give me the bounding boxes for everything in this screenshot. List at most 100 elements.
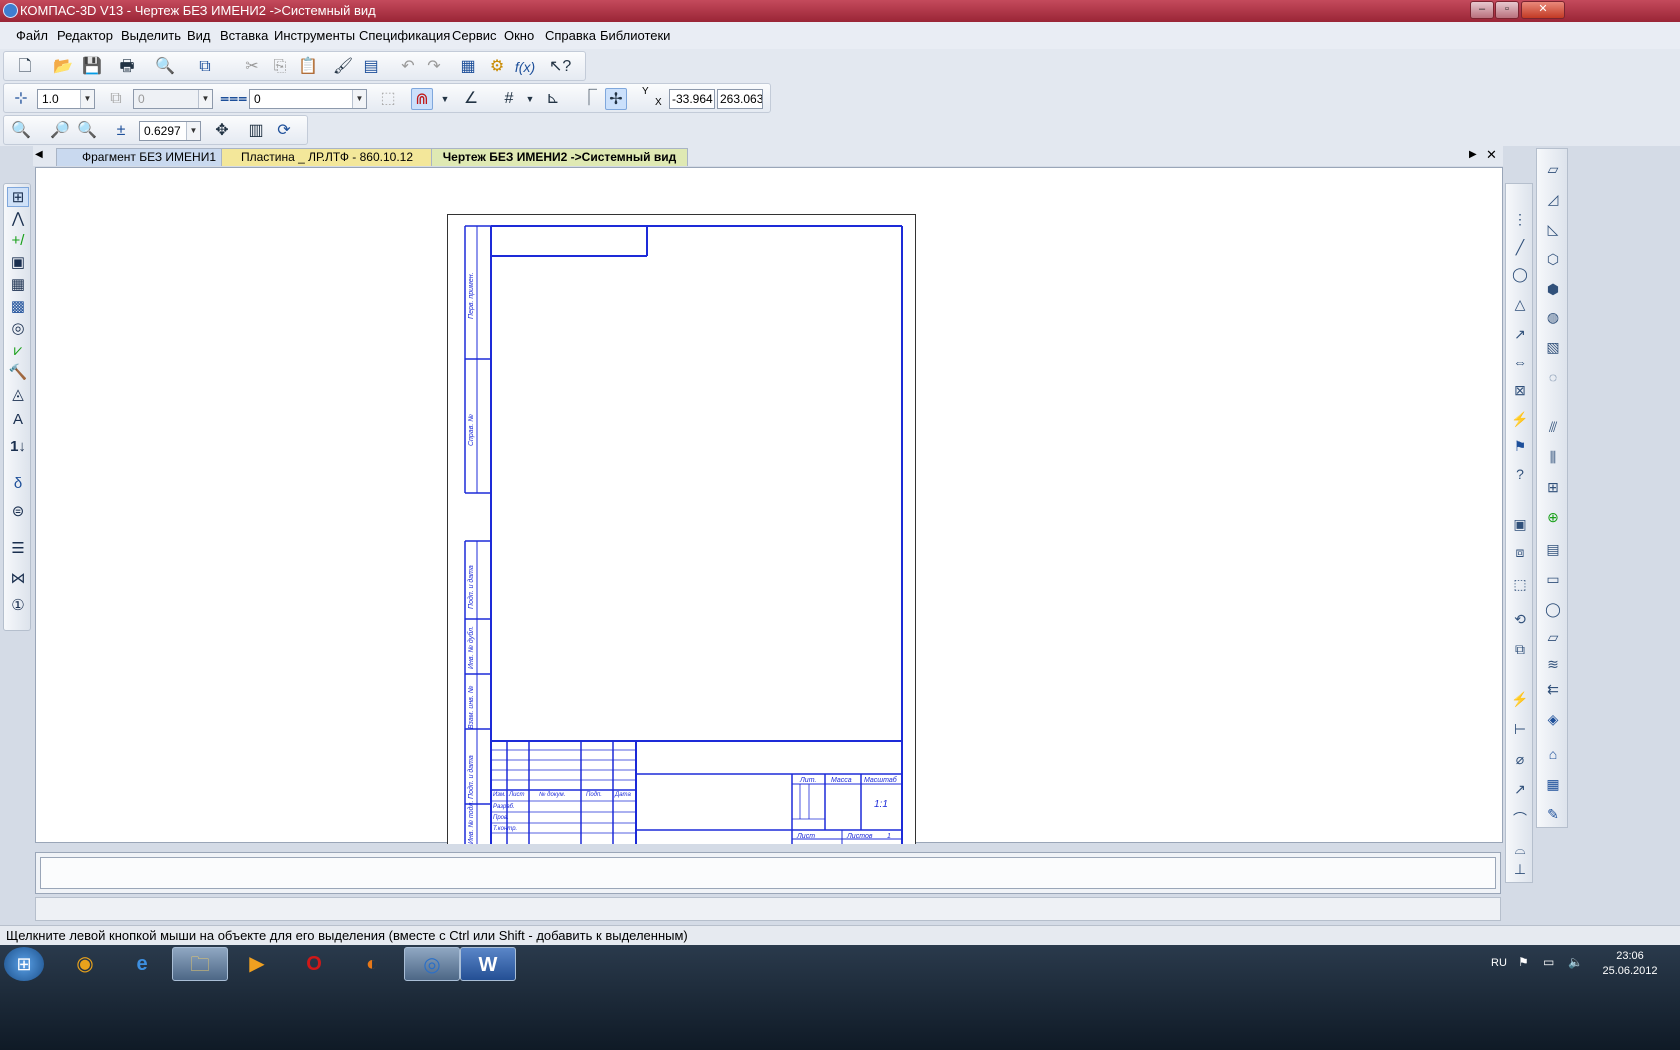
- system-clock[interactable]: 23:06 25.06.2012: [1590, 949, 1670, 979]
- chrome-taskbar-icon[interactable]: ◉: [57, 947, 113, 981]
- cut-icon[interactable]: ✂: [241, 56, 263, 78]
- menu-libraries[interactable]: Библиотеки: [600, 28, 670, 43]
- step-combo[interactable]: 1.0 ▼: [37, 89, 95, 109]
- line-icon[interactable]: ╱: [1510, 237, 1530, 257]
- base-icon[interactable]: ⚑: [1510, 436, 1530, 456]
- surface-icon[interactable]: ▱: [1543, 627, 1563, 647]
- opera-taskbar-icon[interactable]: O: [286, 947, 342, 981]
- section-icon[interactable]: ⧈: [1510, 542, 1530, 562]
- point-icon[interactable]: ⋮: [1510, 209, 1530, 229]
- measure-icon[interactable]: ▩: [7, 297, 29, 317]
- media-player-taskbar-icon[interactable]: ▶: [229, 947, 285, 981]
- chevron-down-icon[interactable]: ▼: [519, 88, 541, 110]
- curve-icon[interactable]: δ: [7, 474, 29, 494]
- maximize-button[interactable]: ▫: [1495, 1, 1519, 19]
- layer-combo[interactable]: 0 ▼: [133, 89, 213, 109]
- style-combo[interactable]: 0 ▼: [249, 89, 367, 109]
- paste-icon[interactable]: 📋: [297, 56, 319, 78]
- menu-insert[interactable]: Вставка: [220, 28, 268, 43]
- shapes-icon[interactable]: ◬: [7, 385, 29, 405]
- properties-list-icon[interactable]: ▤: [360, 56, 382, 78]
- designation-icon[interactable]: +/: [7, 231, 29, 251]
- tab-scroll-right-icon[interactable]: ▶: [1469, 149, 1477, 160]
- chevron-down-icon[interactable]: ▼: [198, 90, 212, 108]
- coord-y-field[interactable]: 263.063: [717, 89, 763, 109]
- close-button[interactable]: ✕: [1521, 1, 1565, 19]
- loft-icon[interactable]: ◍: [1543, 307, 1563, 327]
- properties-panel-content[interactable]: [40, 857, 1496, 889]
- properties-disabled-icon[interactable]: ⬚: [377, 88, 399, 110]
- chart-icon[interactable]: ⌂: [1543, 744, 1563, 764]
- plane-normal-icon[interactable]: ◺: [1543, 219, 1563, 239]
- copy-icon[interactable]: ⎘: [269, 56, 291, 78]
- associative-views-icon[interactable]: ⩗: [7, 341, 29, 361]
- select-icon[interactable]: ◎: [7, 319, 29, 339]
- manager-panel-icon[interactable]: ▦: [457, 56, 479, 78]
- grid-array-icon[interactable]: ⊞: [1543, 477, 1563, 497]
- projection-icon[interactable]: ⧉: [1510, 639, 1530, 659]
- rotate-view-icon[interactable]: ⟲: [1510, 609, 1530, 629]
- tab-close-icon[interactable]: ✕: [1486, 147, 1497, 163]
- chevron-down-icon[interactable]: ▼: [186, 122, 200, 140]
- cursor-step-icon[interactable]: ⊹: [10, 88, 32, 110]
- plane-offset-icon[interactable]: ▱: [1543, 159, 1563, 179]
- view-icon[interactable]: ▣: [1510, 514, 1530, 534]
- start-button[interactable]: ⊞: [4, 947, 44, 981]
- new-document-icon[interactable]: 🗋: [14, 56, 36, 78]
- text-icon[interactable]: A: [7, 410, 29, 430]
- zoom-window-icon[interactable]: 🔍: [10, 120, 32, 142]
- menu-help[interactable]: Справка: [545, 28, 596, 43]
- fillet-icon[interactable]: ◌: [1543, 367, 1563, 387]
- ortho-mode-icon[interactable]: ⎾: [578, 88, 600, 110]
- spec-table-icon[interactable]: ▤: [1543, 539, 1563, 559]
- dim-chain-icon[interactable]: ⌓: [1510, 839, 1530, 859]
- zoom-by-value-icon[interactable]: ±: [110, 120, 132, 142]
- layers-icon[interactable]: ⩶: [220, 88, 247, 110]
- snap-magnet-icon[interactable]: ⋒: [411, 88, 433, 110]
- tab-fragment[interactable]: Фрагмент БЕЗ ИМЕНИ1: [56, 148, 242, 166]
- hatch-icon[interactable]: ⊠: [1510, 380, 1530, 400]
- drawing-canvas[interactable]: Перв. примен. Справ. № Подп. и дата Инв. № …: [35, 167, 1503, 844]
- plane-angle-icon[interactable]: ◿: [1543, 189, 1563, 209]
- add-component-icon[interactable]: ⊕: [1543, 507, 1563, 527]
- menu-window[interactable]: Окно: [504, 28, 534, 43]
- ground-icon[interactable]: ⊥: [1510, 859, 1530, 879]
- tab-plate[interactable]: Пластина _ ЛР.ЛТФ - 860.10.12: [221, 148, 433, 166]
- coord-x-field[interactable]: -33.964: [669, 89, 715, 109]
- volume-icon[interactable]: 🔈: [1568, 955, 1583, 969]
- shell-icon[interactable]: ▧: [1543, 337, 1563, 357]
- round-off-icon[interactable]: ✢: [605, 88, 627, 110]
- edit-icon[interactable]: ▣: [7, 253, 29, 273]
- bezier-icon[interactable]: ↗: [1510, 324, 1530, 344]
- zoom-combo[interactable]: 0.6297 ▼: [139, 121, 201, 141]
- print-preview-icon[interactable]: 🔍: [154, 56, 176, 78]
- linear-dim-icon[interactable]: ⇔: [1510, 352, 1530, 372]
- menu-tools[interactable]: Инструменты: [274, 28, 355, 43]
- dimensions-icon[interactable]: ⋀: [7, 209, 29, 229]
- explorer-taskbar-icon[interactable]: 🗀: [172, 947, 228, 981]
- dim-arc-icon[interactable]: ⌒: [1510, 809, 1530, 829]
- arc-icon[interactable]: △: [1510, 294, 1530, 314]
- rough-icon[interactable]: ⚡: [1510, 409, 1530, 429]
- copy-properties-icon[interactable]: 🖌: [332, 56, 354, 78]
- help-pointer-icon[interactable]: ↖?: [549, 56, 571, 78]
- menu-view[interactable]: Вид: [187, 28, 211, 43]
- document-manager-icon[interactable]: ⧉: [194, 56, 216, 78]
- word-taskbar-icon[interactable]: W: [460, 947, 516, 981]
- table-format-icon[interactable]: 1↓: [7, 437, 29, 457]
- kompas-taskbar-icon[interactable]: ◎: [404, 947, 460, 981]
- revolve-icon[interactable]: ⬢: [1543, 279, 1563, 299]
- chevron-down-icon[interactable]: ▼: [80, 90, 94, 108]
- network-icon[interactable]: ▭: [1543, 955, 1554, 969]
- menu-service[interactable]: Сервис: [452, 28, 497, 43]
- sphere-icon[interactable]: ◯: [1543, 599, 1563, 619]
- zigzag-icon[interactable]: ≋: [1543, 654, 1563, 674]
- parametrization-icon[interactable]: ▦: [7, 275, 29, 295]
- language-indicator[interactable]: RU: [1491, 957, 1507, 969]
- local-view-icon[interactable]: ⬚: [1510, 574, 1530, 594]
- minimize-button[interactable]: –: [1470, 1, 1494, 19]
- firefox-taskbar-icon[interactable]: ◐: [344, 947, 400, 981]
- save-icon[interactable]: 💾: [81, 56, 103, 78]
- local-cs-icon[interactable]: ∠: [460, 88, 482, 110]
- chevron-down-icon[interactable]: ▼: [434, 88, 456, 110]
